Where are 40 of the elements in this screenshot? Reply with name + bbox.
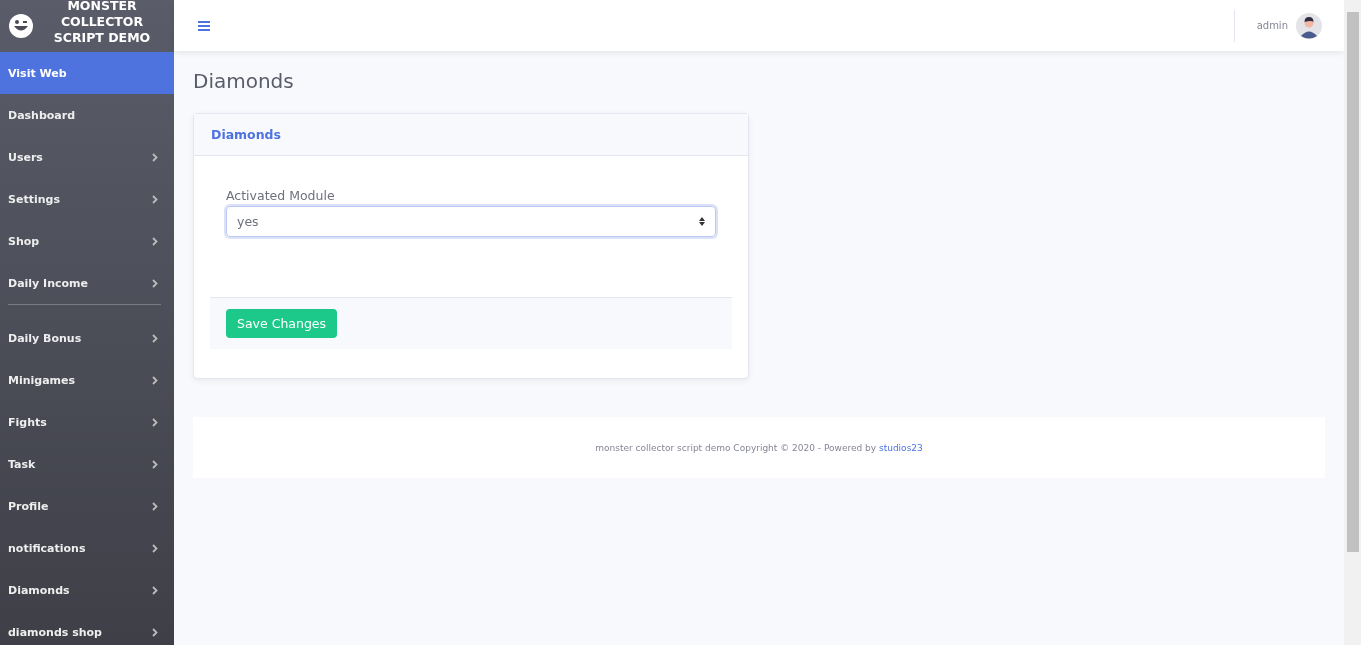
field-label: Activated Module bbox=[226, 188, 336, 203]
sort-caret-icon bbox=[699, 217, 705, 226]
sidebar-item[interactable]: Daily Bonus bbox=[0, 317, 174, 359]
sidebar-item[interactable]: Visit Web bbox=[0, 52, 174, 94]
chevron-right-icon bbox=[152, 417, 158, 427]
sidebar-item[interactable]: Diamonds bbox=[0, 569, 174, 611]
card-title: Diamonds bbox=[194, 114, 748, 156]
sidebar-item[interactable]: Fights bbox=[0, 401, 174, 443]
sidebar-item[interactable]: Shop bbox=[0, 220, 174, 262]
select-field[interactable]: yes bbox=[226, 206, 716, 237]
scrollbar-thumb[interactable] bbox=[1346, 12, 1359, 552]
scrollbar[interactable] bbox=[1344, 0, 1361, 645]
sidebar-item[interactable]: diamonds shop bbox=[0, 611, 174, 645]
smiley-logo-icon bbox=[8, 13, 34, 39]
sidebar-item[interactable]: Users bbox=[0, 136, 174, 178]
sidebar-item[interactable]: Minigames bbox=[0, 359, 174, 401]
chevron-right-icon bbox=[152, 236, 158, 246]
chevron-right-icon bbox=[152, 543, 158, 553]
user-name[interactable]: admin bbox=[1256, 20, 1288, 31]
chevron-right-icon bbox=[152, 375, 158, 385]
chevron-right-icon bbox=[152, 585, 158, 595]
sidebar-item[interactable]: Task bbox=[0, 443, 174, 485]
sidebar-item[interactable]: notifications bbox=[0, 527, 174, 569]
chevron-right-icon bbox=[152, 459, 158, 469]
chevron-right-icon bbox=[152, 333, 158, 343]
avatar-icon[interactable] bbox=[1296, 12, 1322, 39]
brand-title: MONSTER COLLECTOR SCRIPT DEMO bbox=[52, 0, 152, 46]
sidebar-item[interactable]: Daily Income bbox=[0, 262, 174, 304]
chevron-right-icon bbox=[152, 194, 158, 204]
chevron-right-icon bbox=[152, 152, 158, 162]
page-title: Diamonds bbox=[193, 69, 295, 93]
menu-icon[interactable] bbox=[198, 20, 210, 31]
copyright-text: monster collector script demo Copyright © 2020 - Powered by studios23 bbox=[595, 442, 923, 453]
chevron-right-icon bbox=[152, 278, 158, 288]
chevron-right-icon bbox=[152, 627, 158, 637]
studio-link[interactable]: studios23 bbox=[879, 442, 923, 453]
chevron-right-icon bbox=[152, 501, 158, 511]
sidebar-item[interactable]: Profile bbox=[0, 485, 174, 527]
sidebar-item[interactable]: Dashboard bbox=[0, 94, 174, 136]
sidebar-item[interactable]: Settings bbox=[0, 178, 174, 220]
